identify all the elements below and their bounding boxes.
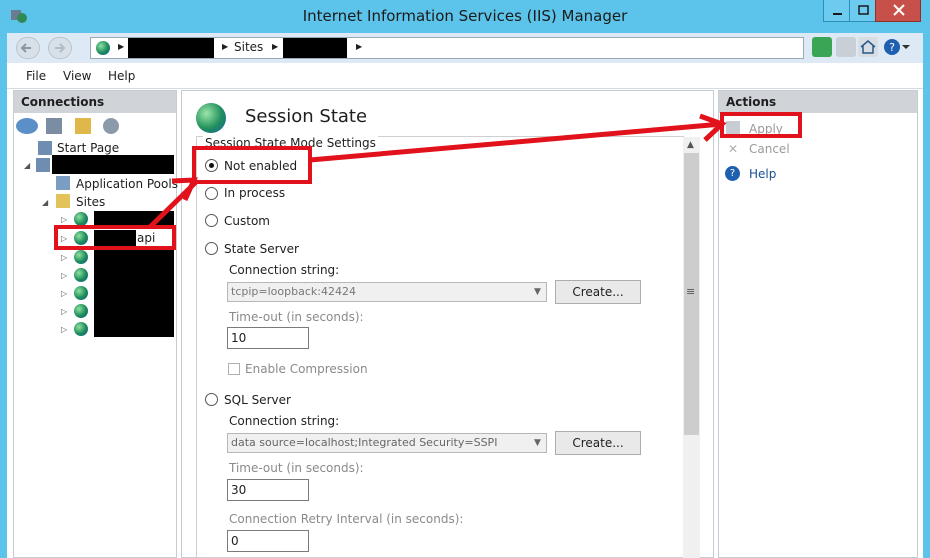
annotation-arrows	[148, 113, 727, 229]
